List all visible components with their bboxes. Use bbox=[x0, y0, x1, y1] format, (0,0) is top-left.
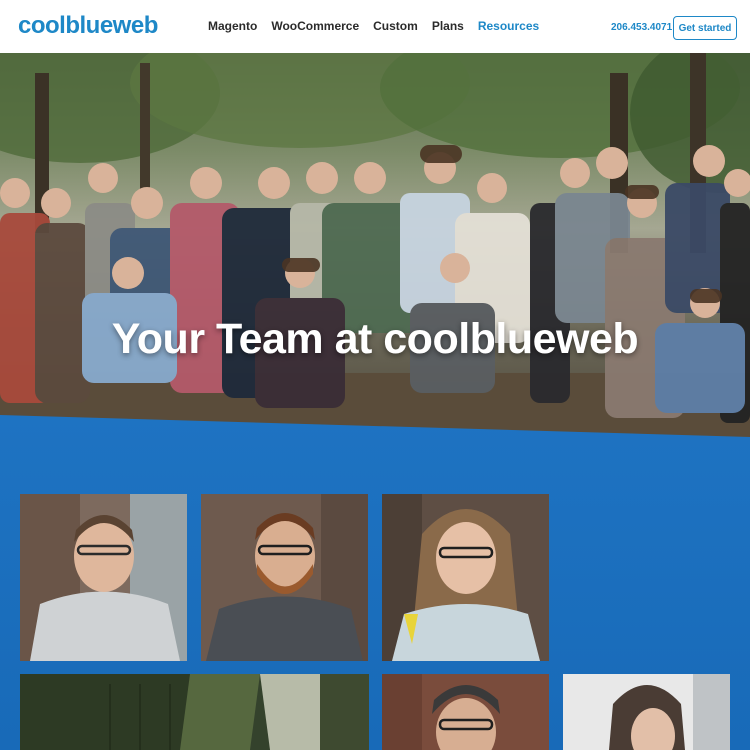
nav-item-magento[interactable]: Magento bbox=[208, 18, 257, 34]
team-member-photo bbox=[201, 494, 368, 661]
hero-title: Your Team at coolblueweb bbox=[111, 315, 639, 363]
team-member-photo bbox=[382, 674, 549, 750]
team-member-card[interactable] bbox=[563, 674, 730, 750]
team-photo bbox=[20, 674, 369, 750]
team-member-card[interactable] bbox=[20, 494, 187, 661]
team-member-card[interactable] bbox=[382, 674, 549, 750]
team-member-photo bbox=[382, 494, 549, 661]
get-started-button[interactable]: Get started bbox=[673, 16, 737, 40]
team-photo-illustration bbox=[0, 53, 750, 443]
nav-item-resources[interactable]: Resources bbox=[478, 18, 539, 34]
team-member-card[interactable] bbox=[201, 494, 368, 661]
team-member-photo bbox=[20, 494, 187, 661]
team-photo-card[interactable] bbox=[20, 674, 369, 750]
nav-item-plans[interactable]: Plans bbox=[432, 18, 464, 34]
team-member-photo bbox=[563, 674, 730, 750]
hero-team-photo: Your Team at coolblueweb bbox=[0, 53, 750, 443]
site-logo[interactable]: coolblueweb bbox=[18, 12, 158, 40]
team-member-card[interactable] bbox=[382, 494, 549, 661]
nav-item-woocommerce[interactable]: WooCommerce bbox=[271, 18, 359, 34]
main-nav: Magento WooCommerce Custom Plans Resourc… bbox=[208, 18, 539, 34]
site-header: coolblueweb Magento WooCommerce Custom P… bbox=[0, 0, 750, 53]
nav-item-custom[interactable]: Custom bbox=[373, 18, 418, 34]
phone-number[interactable]: 206.453.4071 bbox=[611, 22, 672, 34]
